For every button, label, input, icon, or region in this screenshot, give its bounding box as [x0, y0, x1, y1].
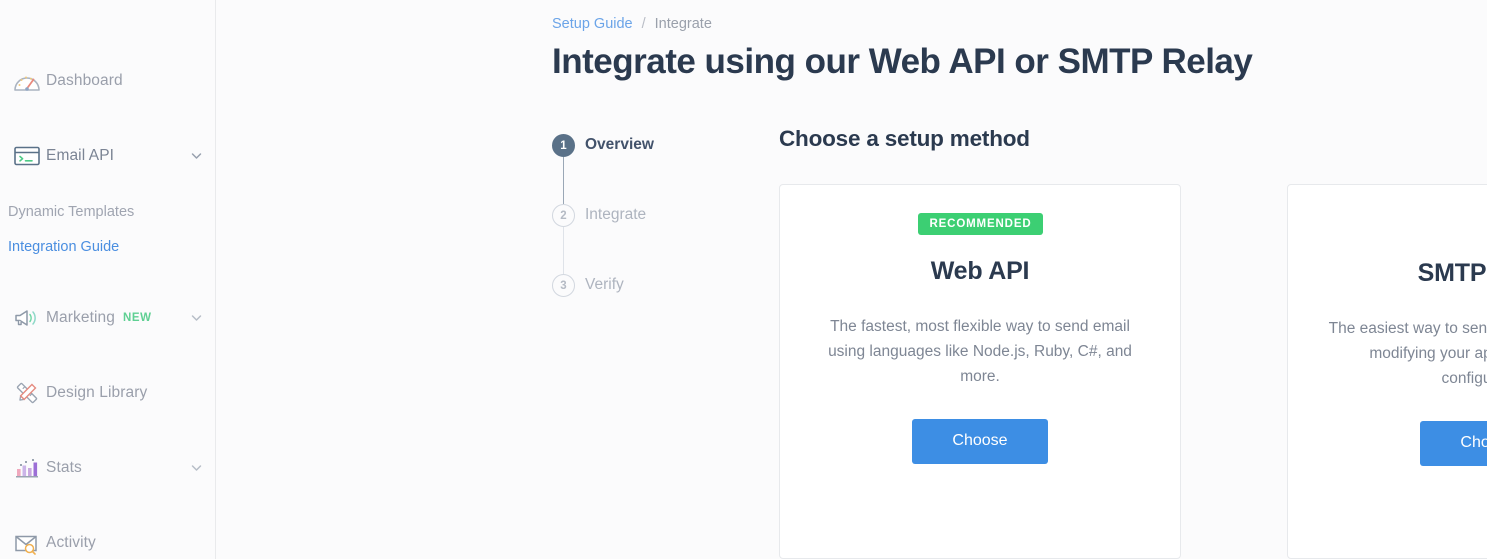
- card-description: The easiest way to send email. It only r…: [1328, 320, 1487, 387]
- chevron-down-icon[interactable]: [190, 312, 203, 325]
- sidebar-item-label: Stats: [46, 459, 82, 476]
- sidebar-item-label: Activity: [46, 534, 96, 551]
- stepper-step-integrate[interactable]: 2 Integrate: [552, 204, 752, 274]
- sidebar-item-marketing[interactable]: Marketing NEW: [0, 300, 215, 336]
- card-title: SMTP Relay: [1417, 259, 1487, 287]
- megaphone-icon: [12, 303, 46, 333]
- recommended-badge: RECOMMENDED: [917, 213, 1043, 235]
- step-number: 3: [552, 274, 575, 297]
- setup-guide-page: Dashboard Email API Dynamic Templates In: [0, 0, 1487, 559]
- badge-placeholder: [1322, 213, 1487, 259]
- sidebar-item-activity[interactable]: Activity: [0, 525, 215, 559]
- sidebar-item-label: Email API: [46, 147, 115, 164]
- sidebar-item-dashboard[interactable]: Dashboard: [0, 63, 215, 99]
- breadcrumb: Setup Guide / Integrate: [552, 16, 712, 32]
- stepper-step-verify[interactable]: 3 Verify: [552, 274, 752, 298]
- chevron-down-icon[interactable]: [190, 150, 203, 163]
- ruler-pencil-icon: [12, 378, 46, 408]
- envelope-search-icon: [12, 528, 46, 558]
- step-number: 2: [552, 204, 575, 227]
- step-connector-line: [563, 157, 565, 204]
- bar-chart-icon: [12, 453, 46, 483]
- main-content: Setup Guide / Integrate Integrate using …: [216, 0, 1487, 559]
- stepper-step-overview[interactable]: 1 Overview: [552, 134, 752, 204]
- terminal-window-icon: [12, 141, 46, 171]
- breadcrumb-link-setup-guide[interactable]: Setup Guide: [552, 16, 633, 32]
- sidebar: Dashboard Email API Dynamic Templates In: [0, 0, 216, 559]
- card-web-api[interactable]: RECOMMENDED Web API The fastest, most fl…: [779, 184, 1181, 559]
- page-title: Integrate using our Web API or SMTP Rela…: [552, 42, 1253, 81]
- sidebar-subitem-dynamic-templates[interactable]: Dynamic Templates: [8, 204, 134, 220]
- sidebar-subitem-integration-guide[interactable]: Integration Guide: [8, 239, 119, 255]
- card-description: The fastest, most flexible way to send e…: [828, 318, 1132, 385]
- sidebar-item-label: Marketing: [46, 309, 115, 326]
- choose-web-api-button[interactable]: Choose: [912, 419, 1048, 464]
- step-label: Integrate: [585, 206, 647, 223]
- setup-stepper: 1 Overview 2 Integrate 3 Verify: [552, 134, 752, 298]
- card-title: Web API: [930, 257, 1030, 285]
- sidebar-item-email-api[interactable]: Email API: [0, 138, 215, 174]
- step-label: Overview: [585, 136, 654, 153]
- chevron-down-icon[interactable]: [190, 462, 203, 475]
- step-connector-line: [563, 227, 565, 274]
- breadcrumb-current: Integrate: [654, 16, 712, 32]
- card-smtp-relay[interactable]: SMTP Relay The easiest way to send email…: [1287, 184, 1487, 559]
- sidebar-item-label: Design Library: [46, 384, 148, 401]
- new-badge: NEW: [122, 312, 152, 324]
- setup-method-cards: RECOMMENDED Web API The fastest, most fl…: [779, 184, 1487, 559]
- sidebar-item-label: Dashboard: [46, 72, 123, 89]
- sidebar-item-design-library[interactable]: Design Library: [0, 375, 215, 411]
- section-title: Choose a setup method: [779, 126, 1030, 151]
- sidebar-item-stats[interactable]: Stats: [0, 450, 215, 486]
- step-label: Verify: [585, 276, 624, 293]
- breadcrumb-separator: /: [641, 16, 646, 32]
- speedometer-icon: [12, 66, 46, 96]
- step-number: 1: [552, 134, 575, 157]
- choose-smtp-relay-button[interactable]: Choose: [1420, 421, 1487, 466]
